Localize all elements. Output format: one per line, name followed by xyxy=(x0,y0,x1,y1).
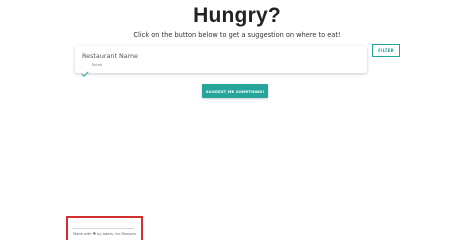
rated-status: Rated xyxy=(81,62,102,77)
page-title: Hungry? xyxy=(193,4,281,27)
footer-credit: Made with ♥ by Adam, for Maryam xyxy=(73,232,136,236)
filter-button[interactable]: FILTER xyxy=(372,44,400,57)
rated-label: Rated xyxy=(92,63,102,67)
page: Hungry? Click on the button below to get… xyxy=(0,0,474,240)
check-icon xyxy=(81,62,89,77)
restaurant-name: Restaurant Name xyxy=(82,52,138,60)
suggest-button[interactable]: SUGGEST ME SOMETHING! xyxy=(202,84,268,98)
footer-divider xyxy=(72,228,134,229)
page-subtitle: Click on the button below to get a sugge… xyxy=(133,31,341,39)
restaurant-card: Restaurant Name Rated xyxy=(75,46,367,77)
